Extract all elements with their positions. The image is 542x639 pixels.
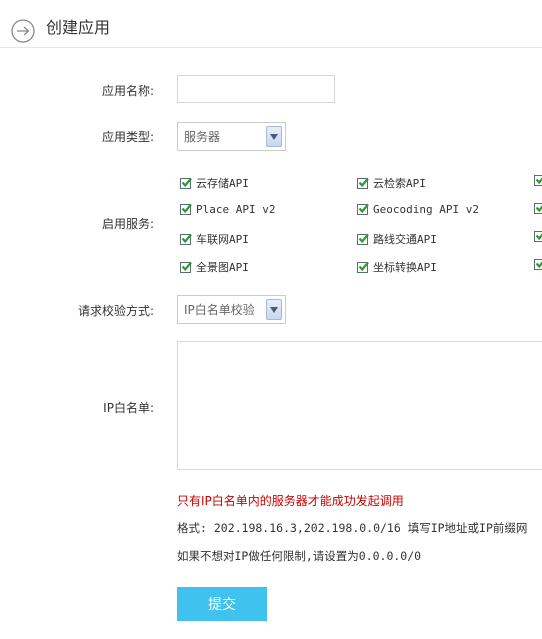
service-checkbox[interactable] [357,203,369,215]
format-hint: 格式: 202.198.16.3,202.198.0.0/16 填写IP地址或I… [177,521,528,535]
service-label: 车联网API [196,233,249,246]
service-item[interactable]: 坐标转换API [357,259,437,275]
checkmark-icon [358,233,369,243]
checkmark-icon [181,261,192,271]
page-title: 创建应用 [46,18,111,37]
service-item[interactable] [534,203,542,214]
verify-method-label: 请求校验方式: [77,304,154,318]
whitelist-warning: 只有IP白名单内的服务器才能成功发起调用 [177,494,404,508]
verify-method-select[interactable]: IP白名单校验 [177,295,286,324]
service-item[interactable] [534,231,542,242]
checkmark-icon [181,233,192,243]
service-item[interactable]: Place API v2 [180,203,275,216]
chevron-down-icon[interactable] [266,126,282,147]
checkmark-icon [358,203,369,214]
app-name-label: 应用名称: [101,84,154,98]
app-type-value: 服务器 [184,130,221,144]
checkmark-icon [535,233,542,241]
app-name-input[interactable] [177,75,335,103]
service-checkbox[interactable] [534,231,542,242]
service-label: 云存储API [196,177,249,190]
service-item[interactable] [534,259,542,270]
page-header: 创建应用 [0,0,542,48]
service-checkbox[interactable] [357,177,369,189]
service-label: 坐标转换API [373,261,437,274]
service-item[interactable]: 路线交通API [357,231,437,247]
service-item[interactable]: Geocoding API v2 [357,203,479,216]
ip-whitelist-label: IP白名单: [103,401,154,415]
service-label: 云检索API [373,177,426,190]
service-checkbox[interactable] [534,203,542,214]
service-checkbox[interactable] [180,233,192,245]
service-item[interactable]: 车联网API [180,231,249,247]
service-checkbox[interactable] [180,261,192,273]
app-type-select[interactable]: 服务器 [177,122,286,151]
service-item[interactable]: 云检索API [357,175,426,191]
verify-method-value: IP白名单校验 [184,303,255,317]
service-checkbox[interactable] [357,233,369,245]
service-item[interactable] [534,175,542,186]
checkmark-icon [535,261,542,269]
service-checkbox[interactable] [357,261,369,273]
submit-button[interactable]: 提交 [177,587,267,621]
services-label: 启用服务: [101,217,154,231]
checkmark-icon [181,177,192,187]
ip-whitelist-textarea[interactable] [177,341,542,470]
checkmark-icon [358,261,369,271]
service-item[interactable]: 云存储API [180,175,249,191]
no-limit-hint: 如果不想对IP做任何限制,请设置为0.0.0.0/0 [177,549,422,563]
checkmark-icon [358,177,369,187]
service-checkbox[interactable] [534,259,542,270]
checkmark-icon [535,205,542,213]
service-label: 路线交通API [373,233,437,246]
service-checkbox[interactable] [180,203,192,215]
chevron-down-icon[interactable] [266,299,282,320]
service-checkbox[interactable] [180,177,192,189]
back-arrow-icon[interactable] [11,19,35,43]
service-label: Geocoding API v2 [373,203,479,216]
service-label: Place API v2 [196,203,276,216]
checkmark-icon [535,177,542,185]
service-item[interactable]: 全景图API [180,259,249,275]
app-type-label: 应用类型: [101,130,154,144]
service-label: 全景图API [196,261,249,274]
service-checkbox[interactable] [534,175,542,186]
checkmark-icon [181,203,192,214]
